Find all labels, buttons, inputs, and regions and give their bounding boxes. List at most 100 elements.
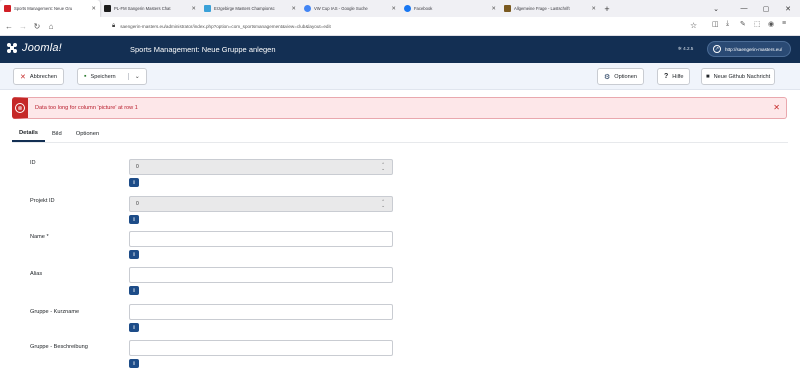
back-icon[interactable]: ← (2, 22, 16, 31)
id-value: 0 (136, 164, 139, 170)
url-text: saengerin-masters.eu/administrator/index… (120, 24, 331, 29)
cancel-label: Abbrechen (29, 73, 57, 80)
close-tab-icon[interactable]: ✕ (191, 6, 196, 12)
options-button[interactable]: ⚙ Optionen (597, 68, 644, 85)
tab-details[interactable]: Details (12, 125, 46, 142)
version-text: 4.2.5 (683, 46, 694, 51)
project-id-field[interactable]: 0 ⌃ ⌄ (129, 196, 393, 212)
screenshot-icon[interactable]: ⬚ (754, 20, 761, 28)
question-icon: ? (664, 73, 669, 80)
browser-tab[interactable]: Sports Management: Neue Gru ✕ (0, 0, 100, 17)
save-icon: ▪ (84, 73, 87, 80)
close-tab-icon[interactable]: ✕ (291, 6, 296, 12)
site-link-text: http://saengerin-masters.eu/ (725, 46, 783, 52)
forward-icon[interactable]: → (16, 22, 30, 31)
square-icon: ■ (706, 73, 710, 80)
description-label: Gruppe - Beschreibung (30, 344, 88, 350)
download-icon[interactable]: ⤓ (726, 20, 729, 28)
browser-tab-title: Sports Management: Neue Gru (14, 6, 73, 11)
info-icon[interactable]: i (129, 250, 139, 259)
browser-tab-strip: Sports Management: Neue Gru ✕ PL-FM Sang… (0, 0, 800, 17)
close-tab-icon[interactable]: ✕ (491, 6, 496, 12)
joomla-logo-icon (7, 43, 17, 53)
info-icon[interactable]: i (129, 323, 139, 332)
home-icon[interactable]: ⌂ (44, 22, 58, 31)
browser-tab[interactable]: VW Cup IAS - Google Suche ✕ (300, 0, 400, 17)
spinner-icon[interactable]: ⌃ ⌄ (381, 162, 385, 171)
site-favicon-icon (104, 5, 111, 12)
id-label: ID (30, 160, 36, 166)
github-label: Neue Github Nachricht (713, 73, 771, 80)
browser-tab-title: Erzgebirge Masters Championsc (214, 6, 275, 11)
chevron-down-icon[interactable]: ⌄ (127, 73, 140, 80)
new-tab-button[interactable]: + (600, 0, 614, 17)
alias-input[interactable] (129, 267, 393, 283)
options-label: Optionen (614, 73, 637, 80)
cancel-button[interactable]: ✕ Abbrechen (13, 68, 64, 85)
page-title: Sports Management: Neue Gruppe anlegen (130, 45, 276, 54)
browser-tab[interactable]: Erzgebirge Masters Championsc ✕ (200, 0, 300, 17)
facebook-favicon-icon (404, 5, 411, 12)
short-name-label: Gruppe - Kurzname (30, 309, 80, 315)
help-label: Hilfe (672, 73, 684, 80)
external-link-icon: ↗ (713, 45, 721, 53)
menu-icon[interactable]: ≡ (782, 20, 786, 27)
close-tab-icon[interactable]: ✕ (91, 6, 96, 12)
browser-tab[interactable]: Allgemeine Frage - Lastschrift ✕ (500, 0, 600, 17)
save-label: Speichern (90, 73, 116, 80)
info-icon[interactable]: i (129, 359, 139, 368)
description-input[interactable] (129, 340, 393, 356)
account-icon[interactable]: ◉ (768, 20, 774, 28)
pocket-icon[interactable]: ◫ (712, 20, 719, 28)
logo-text: Joomla! (22, 42, 62, 54)
short-name-input[interactable] (129, 304, 393, 320)
google-favicon-icon (304, 5, 311, 12)
site-link-button[interactable]: ↗ http://saengerin-masters.eu/ (707, 41, 791, 57)
gear-icon: ⚙ (604, 73, 611, 81)
close-tab-icon[interactable]: ✕ (391, 6, 396, 12)
browser-tab-title: VW Cup IAS - Google Suche (314, 6, 368, 11)
browser-tab-title: PL-FM Sangerin Masters Chat (114, 6, 171, 11)
extension-icon[interactable]: ✎ (740, 20, 746, 28)
tab-optionen[interactable]: Optionen (69, 125, 107, 142)
site-favicon-icon (204, 5, 211, 12)
close-icon: ✕ (20, 73, 26, 81)
alias-label: Alias (30, 271, 43, 277)
tab-bild[interactable]: Bild (45, 125, 69, 142)
version-badge: ✲ 4.2.5 (678, 46, 693, 52)
project-id-label: Projekt ID (30, 198, 55, 204)
name-input[interactable] (129, 231, 393, 247)
browser-tab[interactable]: Facebook ✕ (400, 0, 500, 17)
toolbar: ✕ Abbrechen ▪ Speichern ⌄ ⚙ Optionen ? H… (0, 63, 800, 90)
joomla-logo[interactable]: Joomla! (6, 42, 62, 54)
id-field[interactable]: 0 ⌃ ⌄ (129, 159, 393, 175)
name-label: Name * (30, 234, 49, 240)
info-icon[interactable]: i (129, 286, 139, 295)
bookmark-star-icon[interactable]: ☆ (690, 21, 697, 30)
browser-tab-title: Allgemeine Frage - Lastschrift (514, 6, 570, 11)
url-bar[interactable]: 🔒︎ saengerin-masters.eu/administrator/in… (112, 20, 686, 33)
project-id-value: 0 (136, 201, 139, 207)
tab-list-button[interactable]: ⌄ (702, 0, 730, 17)
save-button[interactable]: ▪ Speichern ⌄ (77, 68, 147, 85)
close-alert-icon[interactable]: ✕ (773, 103, 780, 112)
error-icon: ⊗ (15, 103, 25, 113)
error-alert: ⊗ Data too long for column 'picture' at … (12, 97, 787, 119)
site-favicon-icon (504, 5, 511, 12)
joomla-favicon-icon (4, 5, 11, 12)
info-icon[interactable]: i (129, 215, 139, 224)
form-tabs: Details Bild Optionen (12, 125, 106, 142)
help-button[interactable]: ? Hilfe (657, 68, 691, 85)
alert-message: Data too long for column 'picture' at ro… (35, 105, 138, 111)
form-panel: ID 0 ⌃ ⌄ i Projekt ID 0 ⌃ ⌄ i Name * i Ali… (12, 142, 788, 375)
admin-header: Joomla! Sports Management: Neue Gruppe a… (0, 36, 800, 63)
github-message-button[interactable]: ■ Neue Github Nachricht (701, 68, 776, 85)
reload-icon[interactable]: ↻ (30, 22, 44, 31)
browser-tab-title: Facebook (414, 6, 433, 11)
close-tab-icon[interactable]: ✕ (591, 6, 596, 12)
lock-icon: 🔒︎ (112, 23, 116, 29)
close-window-button[interactable]: ✕ (774, 0, 800, 17)
spinner-icon[interactable]: ⌃ ⌄ (381, 199, 385, 208)
info-icon[interactable]: i (129, 178, 139, 187)
browser-tab[interactable]: PL-FM Sangerin Masters Chat ✕ (100, 0, 200, 17)
